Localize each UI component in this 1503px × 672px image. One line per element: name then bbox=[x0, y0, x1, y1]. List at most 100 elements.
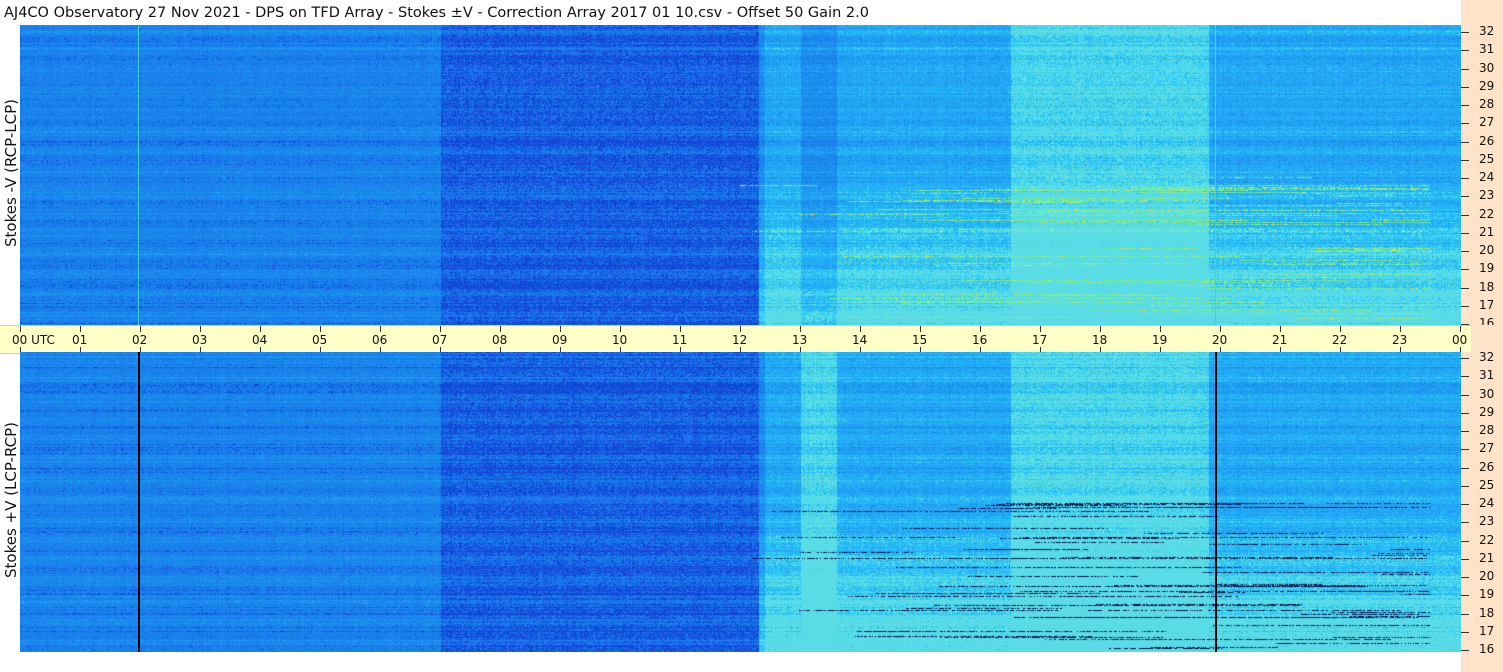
top-heatmap-canvas bbox=[20, 25, 1461, 325]
freq-tick-label: 23 bbox=[1479, 514, 1495, 529]
freq-tick-mark bbox=[1461, 504, 1469, 505]
axis-corner bbox=[1471, 325, 1503, 352]
freq-tick-mark bbox=[1461, 287, 1469, 289]
time-tick-mark bbox=[440, 326, 441, 332]
time-tick-label: 12 bbox=[732, 333, 748, 347]
freq-tick-label: 21 bbox=[1479, 550, 1495, 565]
freq-tick-label: 18 bbox=[1479, 279, 1495, 294]
freq-tick-label: 27 bbox=[1479, 441, 1495, 456]
freq-tick-mark bbox=[1461, 178, 1469, 179]
freq-tick-label: 26 bbox=[1479, 133, 1495, 148]
freq-tick-mark bbox=[1461, 50, 1469, 52]
freq-tick-mark bbox=[1461, 305, 1469, 307]
freq-tick-label: 22 bbox=[1479, 206, 1495, 221]
bottom-heatmap-canvas bbox=[20, 352, 1461, 652]
freq-tick-label: 20 bbox=[1479, 243, 1495, 257]
freq-tick-mark bbox=[1461, 232, 1469, 234]
time-tick-label: 11 bbox=[672, 333, 688, 347]
time-tick-label: 09 bbox=[552, 333, 568, 347]
time-tick-label: 17 bbox=[1032, 333, 1048, 347]
time-tick-label: 14 bbox=[852, 333, 868, 347]
time-tick-mark bbox=[800, 326, 801, 332]
top-frequency-axis: 32 31 30 29 28 27 26 25 24 23 22 21 20 19 18 17 16 bbox=[1461, 0, 1503, 330]
freq-tick-label: 29 bbox=[1479, 78, 1495, 93]
freq-tick-mark bbox=[1461, 68, 1469, 70]
time-tick-mark bbox=[1280, 326, 1281, 332]
time-tick-label: 10 bbox=[612, 333, 628, 347]
freq-tick-mark bbox=[1461, 251, 1469, 252]
time-tick-label: 18 bbox=[1092, 333, 1108, 347]
freq-tick-mark bbox=[1461, 431, 1469, 432]
time-tick-label: 15 bbox=[912, 333, 928, 347]
freq-tick-label: 30 bbox=[1479, 60, 1495, 75]
freq-tick-mark bbox=[1461, 540, 1469, 542]
freq-tick-label: 29 bbox=[1479, 404, 1495, 419]
freq-tick-label: 17 bbox=[1479, 623, 1495, 638]
stokes-minus-v-spectrogram bbox=[20, 25, 1461, 325]
freq-tick-label: 31 bbox=[1479, 368, 1495, 383]
freq-tick-label: 32 bbox=[1479, 350, 1495, 364]
time-tick-mark bbox=[1220, 326, 1221, 332]
time-tick-label: 08 bbox=[492, 333, 508, 347]
time-tick-mark bbox=[860, 326, 861, 332]
time-tick-label: 04 bbox=[252, 333, 268, 347]
freq-tick-label: 25 bbox=[1479, 151, 1495, 166]
time-tick-mark bbox=[260, 326, 261, 332]
utc-time-axis: 00 UTC 01 02 03 04 05 06 07 08 09 10 11 12 13 14 15 16 17… bbox=[0, 325, 1497, 354]
freq-tick-label: 30 bbox=[1479, 386, 1495, 401]
time-tick-label: 21 bbox=[1272, 333, 1288, 347]
freq-tick-mark bbox=[1461, 613, 1469, 615]
time-tick-mark bbox=[920, 326, 921, 332]
time-tick-label: 16 bbox=[972, 333, 988, 347]
time-tick-mark bbox=[680, 326, 681, 332]
time-tick-mark bbox=[1400, 326, 1401, 332]
chart-title: AJ4CO Observatory 27 Nov 2021 - DPS on T… bbox=[4, 5, 869, 21]
time-tick-label: 07 bbox=[432, 333, 448, 347]
vertical-marker-line bbox=[138, 25, 139, 325]
time-tick-label: 13 bbox=[792, 333, 808, 347]
time-tick-mark bbox=[380, 326, 381, 332]
bottom-frequency-axis: 32 31 30 29 28 27 26 25 24 23 22 21 20 19 18 17 16 bbox=[1461, 350, 1503, 672]
time-tick-label: 20 bbox=[1212, 333, 1228, 347]
freq-tick-label: 28 bbox=[1479, 423, 1495, 437]
freq-tick-label: 20 bbox=[1479, 569, 1495, 583]
freq-tick-mark bbox=[1461, 105, 1469, 106]
freq-tick-mark bbox=[1461, 159, 1469, 161]
vertical-marker-line bbox=[1215, 352, 1217, 652]
vertical-marker-line bbox=[138, 352, 140, 652]
freq-tick-mark bbox=[1461, 86, 1469, 88]
freq-tick-mark bbox=[1461, 577, 1469, 578]
freq-tick-mark bbox=[1461, 650, 1469, 651]
freq-tick-mark bbox=[1461, 358, 1469, 359]
freq-tick-mark bbox=[1461, 269, 1469, 271]
freq-tick-mark bbox=[1461, 522, 1469, 524]
time-tick-label: 03 bbox=[192, 333, 208, 347]
freq-tick-label: 19 bbox=[1479, 261, 1495, 276]
time-tick-mark bbox=[560, 326, 561, 332]
freq-tick-mark bbox=[1461, 141, 1469, 143]
freq-tick-label: 28 bbox=[1479, 97, 1495, 111]
freq-tick-mark bbox=[1461, 32, 1469, 33]
time-tick-mark bbox=[740, 326, 741, 332]
time-tick-mark bbox=[200, 326, 201, 332]
freq-tick-label: 22 bbox=[1479, 532, 1495, 547]
freq-tick-label: 23 bbox=[1479, 188, 1495, 203]
time-tick-label: 22 bbox=[1332, 333, 1348, 347]
freq-tick-mark bbox=[1461, 196, 1469, 198]
time-tick-label: 05 bbox=[312, 333, 328, 347]
freq-tick-label: 32 bbox=[1479, 24, 1495, 38]
freq-tick-label: 27 bbox=[1479, 115, 1495, 130]
stokes-plus-v-spectrogram bbox=[20, 352, 1461, 652]
time-tick-mark bbox=[1100, 326, 1101, 332]
freq-tick-mark bbox=[1461, 449, 1469, 451]
time-tick-mark bbox=[500, 326, 501, 332]
freq-tick-mark bbox=[1461, 558, 1469, 560]
freq-tick-label: 25 bbox=[1479, 477, 1495, 492]
freq-tick-mark bbox=[1461, 394, 1469, 396]
time-tick-mark bbox=[320, 326, 321, 332]
time-tick-label: 02 bbox=[132, 333, 148, 347]
freq-tick-label: 17 bbox=[1479, 297, 1495, 312]
freq-tick-mark bbox=[1461, 376, 1469, 378]
bottom-panel-ylabel: Stokes +V (LCP-RCP) bbox=[2, 422, 20, 578]
time-tick-label: 19 bbox=[1152, 333, 1168, 347]
